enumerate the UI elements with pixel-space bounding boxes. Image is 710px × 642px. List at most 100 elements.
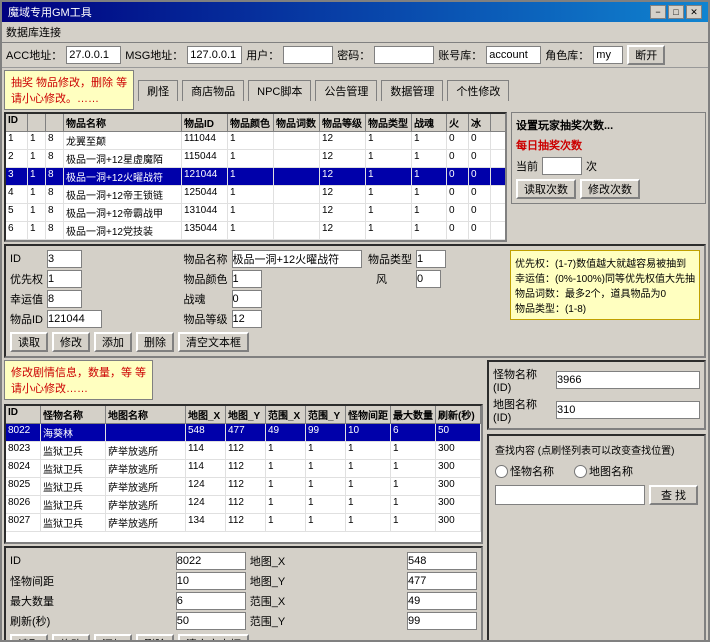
search-input[interactable]: [495, 485, 645, 505]
id-label: ID: [10, 253, 43, 265]
soul-input[interactable]: [232, 290, 262, 308]
monster-refresh-label: 刷新(秒): [10, 613, 172, 629]
radio-monster[interactable]: [495, 465, 508, 478]
col-soul: 战魂: [412, 114, 447, 131]
monster-id-input[interactable]: [176, 552, 246, 570]
monster-range-y-input[interactable]: [407, 612, 477, 630]
maximize-button[interactable]: □: [668, 5, 684, 19]
menubar-label: 数据库连接: [6, 27, 61, 39]
table-row[interactable]: 518 极品一洞+12帝霸战甲 1310441 1211 00: [6, 204, 505, 222]
delete-monster-button[interactable]: 删除: [136, 634, 174, 640]
radio-map-label[interactable]: 地图名称: [574, 463, 633, 479]
clear-item-button[interactable]: 清空文本框: [178, 332, 249, 352]
monster-name-grid: 怪物名称 (ID) 地图名称 (ID): [493, 366, 700, 424]
monster-name-id-input[interactable]: [556, 371, 700, 389]
id-input[interactable]: [47, 250, 82, 268]
clear-monster-button[interactable]: 清空文本框: [178, 634, 249, 640]
monster-map-y-input[interactable]: [407, 572, 477, 590]
db-input[interactable]: [486, 46, 541, 64]
luck-input[interactable]: [47, 290, 82, 308]
radio-monster-label[interactable]: 怪物名称: [495, 463, 554, 479]
lottery-buttons: 读取次数 修改次数: [516, 179, 701, 199]
minimize-button[interactable]: −: [650, 5, 666, 19]
col-ice: 冰: [469, 114, 491, 131]
tab-refresh[interactable]: 刷怪: [138, 80, 178, 101]
pwd-input[interactable]: [374, 46, 434, 64]
disconnect-button[interactable]: 断开: [627, 45, 665, 65]
monster-max-label: 最大数量: [10, 593, 172, 609]
titlebar-buttons: − □ ✕: [650, 5, 702, 19]
level-input[interactable]: [232, 310, 262, 328]
role-input[interactable]: [593, 46, 623, 64]
radio-map[interactable]: [574, 465, 587, 478]
tab-announcement[interactable]: 公告管理: [315, 80, 377, 101]
read-item-button[interactable]: 读取: [10, 332, 48, 352]
table-row[interactable]: 8025 监狱卫兵 萨举放逃所 124112 11 11 300: [6, 478, 481, 496]
monster-table-scroll[interactable]: ID 怪物名称 地图名称 地图_X 地图_Y 范围_X 范围_Y 怪物间距 最大…: [6, 406, 481, 542]
monster-detail-panel: ID 地图_X 怪物间距 地图_Y 最大数量 范围_X 刷新(秒): [4, 546, 483, 640]
pwd-label: 密码：: [337, 47, 370, 63]
item-id-detail-input[interactable]: [47, 310, 102, 328]
monster-table-header: ID 怪物名称 地图名称 地图_X 地图_Y 范围_X 范围_Y 怪物间距 最大…: [6, 406, 481, 424]
search-panel: 查找内容 (点刷怪列表可以改变查找位置) 怪物名称 地图名称 查: [487, 434, 706, 640]
lottery-current-input[interactable]: [542, 157, 582, 175]
monster-id-label: ID: [10, 555, 172, 567]
items-table-area: ID 物品名称 物品ID 物品颜色 物品词数 物品等级 物品类型 战魂 火 冰: [4, 112, 507, 242]
col-color: 物品颜色: [228, 114, 274, 131]
item-name-label: 物品名称: [184, 251, 228, 267]
col-c2: [46, 114, 64, 131]
tab-data-mgmt[interactable]: 数据管理: [381, 80, 443, 101]
modify-lottery-button[interactable]: 修改次数: [580, 179, 640, 199]
acc-bar: ACC地址： MSG地址： 用户： 密码： 账号库： 角色库： 断开: [2, 43, 708, 68]
tab-personal[interactable]: 个性修改: [447, 80, 509, 101]
tabs-container: 刷怪 商店物品 NPC脚本 公告管理 数据管理 个性修改: [138, 80, 511, 101]
search-title: 查找内容 (点刷怪列表可以改变查找位置): [495, 442, 698, 457]
acc-address-input[interactable]: [66, 46, 121, 64]
table-row[interactable]: 218 极品一洞+12星虚魔陌 1150441 1211 00: [6, 150, 505, 168]
item-name-input[interactable]: [232, 250, 362, 268]
table-row[interactable]: 8026 监狱卫兵 萨举放逃所 124112 11 11 300: [6, 496, 481, 514]
color-input[interactable]: [232, 270, 262, 288]
delete-item-button[interactable]: 删除: [136, 332, 174, 352]
titlebar: 魔域专用GM工具 − □ ✕: [2, 2, 708, 22]
main-window: 魔域专用GM工具 − □ ✕ 数据库连接 ACC地址： MSG地址： 用户： 密…: [0, 0, 710, 642]
type-input[interactable]: [416, 250, 446, 268]
table-row[interactable]: 8027 监狱卫兵 萨举放逃所 134112 11 11 300: [6, 514, 481, 532]
daily-title-row: 每日抽奖次数: [516, 137, 701, 153]
monster-dist-input[interactable]: [176, 572, 246, 590]
search-button[interactable]: 查 找: [649, 485, 698, 505]
map-name-id-input[interactable]: [556, 401, 700, 419]
modify-item-button[interactable]: 修改: [52, 332, 90, 352]
table-row[interactable]: 618 极品一洞+12党技装 1350441 1211 00: [6, 222, 505, 240]
monster-right-section: 怪物名称 (ID) 地图名称 (ID) 查找内容 (点刷怪列表可以改变查找位置)…: [487, 360, 706, 640]
role-label: 角色库：: [545, 47, 589, 63]
table-row[interactable]: 8024 监狱卫兵 萨举放逃所 114112 11 11 300: [6, 460, 481, 478]
msg-address-input[interactable]: [187, 46, 242, 64]
close-button[interactable]: ✕: [686, 5, 702, 19]
monster-refresh-input[interactable]: [176, 612, 246, 630]
add-item-button[interactable]: 添加: [94, 332, 132, 352]
monster-action-buttons: 读取 修改 添加 删除 清空文本框: [10, 634, 477, 640]
tab-shop-items[interactable]: 商店物品: [182, 80, 244, 101]
add-monster-button[interactable]: 添加: [94, 634, 132, 640]
monster-range-x-input[interactable]: [407, 592, 477, 610]
read-lottery-button[interactable]: 读取次数: [516, 179, 576, 199]
read-monster-button[interactable]: 读取: [10, 634, 48, 640]
monster-max-input[interactable]: [176, 592, 246, 610]
monster-map-x-input[interactable]: [407, 552, 477, 570]
modify-monster-button[interactable]: 修改: [52, 634, 90, 640]
col-words: 物品词数: [274, 114, 320, 131]
table-row[interactable]: 318 极品一洞+12火曜战符 1210441 1211 00: [6, 168, 505, 186]
user-input[interactable]: [283, 46, 333, 64]
table-row[interactable]: 118 龙翼至颠 1110441 1211 00: [6, 132, 505, 150]
tab-npc-script[interactable]: NPC脚本: [248, 80, 311, 101]
table-row[interactable]: 418 极品一洞+12帝王锁链 1250441 1211 00: [6, 186, 505, 204]
table-row[interactable]: 8022 海葵林 548477 4999 106 50: [6, 424, 481, 442]
soul-detail-label: 战魂: [184, 291, 228, 307]
wind-input[interactable]: [416, 270, 441, 288]
db-label: 账号库：: [438, 47, 482, 63]
priority-input[interactable]: [47, 270, 82, 288]
table-row[interactable]: 8023 监狱卫兵 萨举放逃所 114112 11 11 300: [6, 442, 481, 460]
col-id: ID: [6, 114, 28, 131]
current-suffix: 次: [586, 158, 597, 174]
